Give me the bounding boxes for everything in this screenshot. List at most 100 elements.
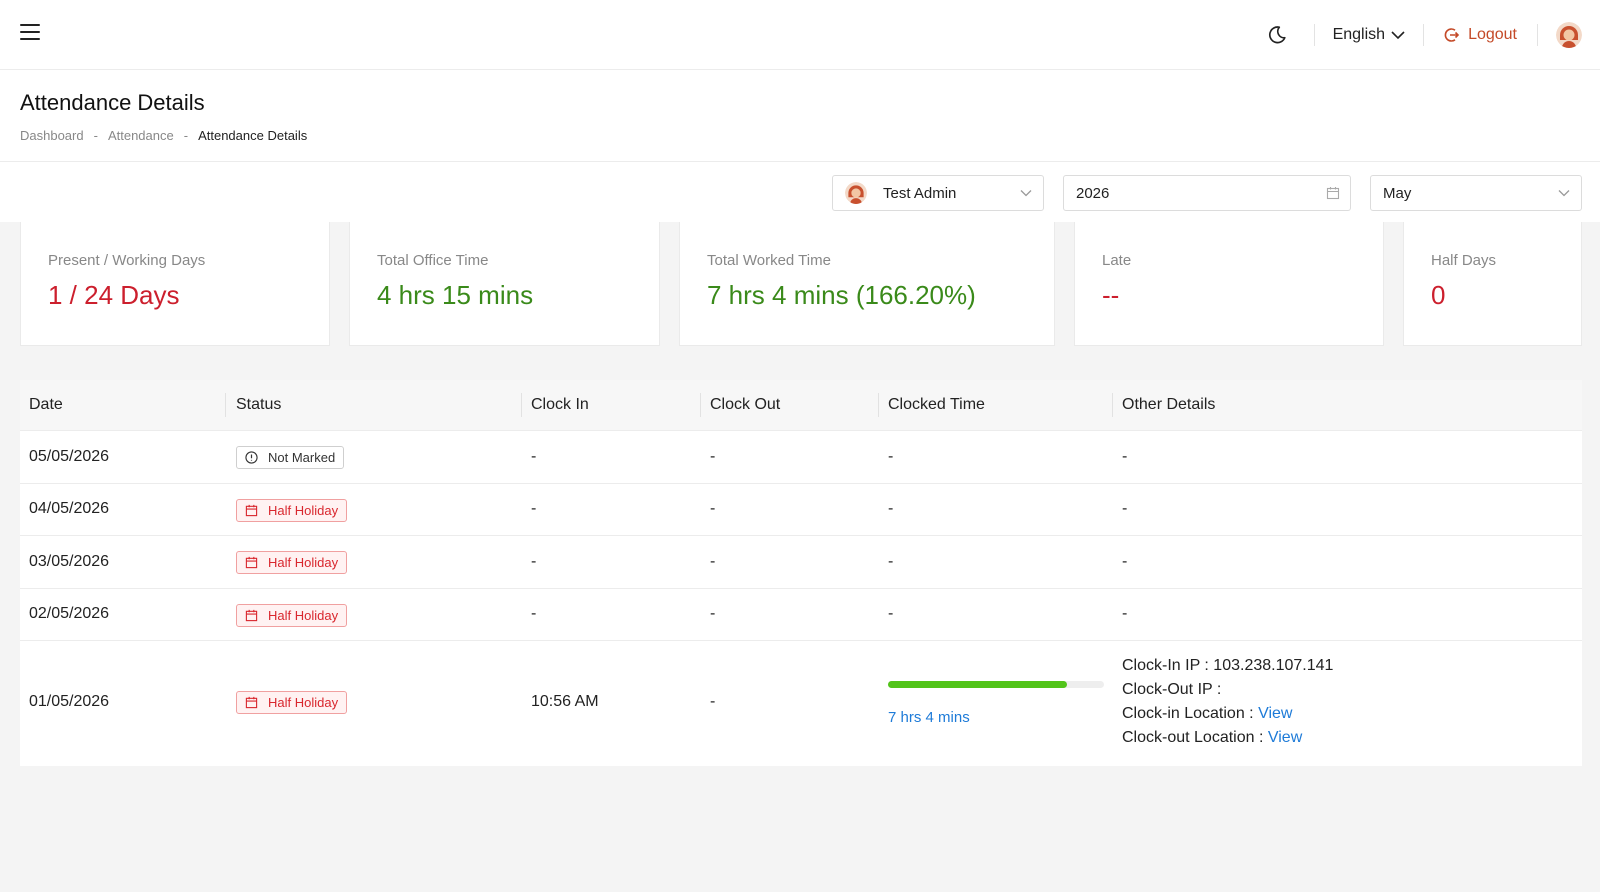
column-header-other-details[interactable]: Other Details — [1122, 396, 1215, 414]
menu-icon[interactable] — [20, 24, 40, 42]
table-header: Date Status Clock In Clock Out Clocked T… — [20, 380, 1582, 431]
clocked-time-link[interactable]: 7 hrs 4 mins — [888, 709, 970, 726]
year-picker[interactable]: 2026 — [1063, 175, 1351, 211]
row-other-details: - — [1122, 448, 1128, 465]
row-clock-in: - — [531, 500, 537, 517]
status-label: Half Holiday — [268, 555, 339, 570]
row-date: 04/05/2026 — [29, 500, 110, 517]
row-clock-out: - — [710, 553, 716, 570]
chevron-down-icon — [1558, 190, 1570, 197]
table-row: 01/05/2026 Half Holiday 10:56 AM - 7 hrs… — [20, 641, 1582, 766]
status-label: Half Holiday — [268, 695, 339, 710]
status-label: Not Marked — [268, 450, 336, 465]
status-badge: Half Holiday — [236, 691, 348, 714]
column-header-clock-in[interactable]: Clock In — [531, 396, 589, 414]
row-clock-in: - — [531, 448, 537, 465]
clock-in-location-line: Clock-in Location : View — [1122, 705, 1333, 729]
row-date: 05/05/2026 — [29, 448, 110, 465]
row-clock-out: - — [710, 693, 716, 710]
user-avatar-small — [845, 182, 867, 204]
table-row: 04/05/2026 Half Holiday - - - - — [20, 484, 1582, 536]
stat-card-worked-time: Total Worked Time 7 hrs 4 mins (166.20%) — [679, 222, 1055, 346]
clock-out-location-label: Clock-out Location : — [1122, 729, 1264, 746]
info-circle-icon — [245, 451, 258, 464]
chevron-down-icon — [1020, 190, 1032, 197]
column-divider — [1112, 393, 1113, 417]
column-header-status[interactable]: Status — [236, 396, 281, 414]
status-label: Half Holiday — [268, 503, 339, 518]
column-divider — [878, 393, 879, 417]
language-select[interactable]: English — [1333, 26, 1405, 44]
stat-value: 4 hrs 15 mins — [377, 280, 534, 310]
stat-card-present-days: Present / Working Days 1 / 24 Days — [20, 222, 330, 346]
table-row: 02/05/2026 Half Holiday - - - - — [20, 589, 1582, 641]
chevron-down-icon — [1391, 31, 1405, 40]
month-select-value: May — [1383, 184, 1412, 202]
stat-label: Half Days — [1431, 252, 1497, 269]
calendar-icon — [245, 609, 258, 622]
stat-value: -- — [1102, 280, 1120, 310]
row-clock-in: 10:56 AM — [531, 693, 599, 710]
clock-out-location-line: Clock-out Location : View — [1122, 729, 1333, 753]
clock-out-ip-label: Clock-Out IP : — [1122, 681, 1222, 698]
column-header-clock-out[interactable]: Clock Out — [710, 396, 780, 414]
column-divider — [225, 393, 226, 417]
table-row: 03/05/2026 Half Holiday - - - - — [20, 536, 1582, 589]
stat-card-late: Late -- — [1074, 222, 1384, 346]
row-clocked-time: - — [888, 500, 894, 517]
status-label: Half Holiday — [268, 608, 339, 623]
table-row: 05/05/2026 Not Marked - - - - — [20, 431, 1582, 484]
language-label: English — [1332, 26, 1386, 43]
stat-value: 1 / 24 Days — [48, 280, 180, 310]
column-divider — [700, 393, 701, 417]
calendar-icon — [1326, 187, 1340, 200]
breadcrumb-attendance[interactable]: Attendance — [108, 128, 174, 143]
row-clocked-time: - — [888, 448, 894, 465]
row-other-details: - — [1122, 553, 1128, 570]
progress-fill — [888, 681, 1068, 688]
row-other-details: - — [1122, 500, 1128, 517]
year-picker-value: 2026 — [1076, 184, 1110, 202]
stat-label: Present / Working Days — [48, 252, 206, 269]
filter-bar: Test Admin 2026 May — [0, 162, 1600, 222]
row-clock-out: - — [710, 605, 716, 622]
other-details-block: Clock-In IP : 103.238.107.141 Clock-Out … — [1122, 657, 1333, 753]
clock-out-location-view-link[interactable]: View — [1268, 729, 1302, 746]
dark-mode-moon-icon[interactable] — [1266, 24, 1288, 46]
user-select[interactable]: Test Admin — [832, 175, 1044, 211]
logout-button[interactable]: Logout — [1444, 26, 1517, 44]
status-badge: Half Holiday — [236, 551, 348, 574]
column-header-date[interactable]: Date — [29, 396, 63, 414]
clock-in-ip-label: Clock-In IP : — [1122, 657, 1209, 674]
month-select[interactable]: May — [1370, 175, 1582, 211]
stat-card-office-time: Total Office Time 4 hrs 15 mins — [349, 222, 660, 346]
row-date: 02/05/2026 — [29, 605, 110, 622]
stat-value: 7 hrs 4 mins (166.20%) — [707, 280, 976, 310]
row-clocked-time: - — [888, 605, 894, 622]
clock-out-ip-line: Clock-Out IP : — [1122, 681, 1333, 705]
status-badge: Not Marked — [236, 446, 345, 469]
clock-in-ip-line: Clock-In IP : 103.238.107.141 — [1122, 657, 1333, 681]
clock-in-location-label: Clock-in Location : — [1122, 705, 1254, 722]
attendance-table: Date Status Clock In Clock Out Clocked T… — [20, 380, 1582, 766]
calendar-icon — [245, 504, 258, 517]
stat-label: Total Office Time — [377, 252, 489, 269]
clocked-time-progress-bar — [888, 681, 1104, 688]
row-other-details: - — [1122, 605, 1128, 622]
column-header-clocked-time[interactable]: Clocked Time — [888, 396, 985, 414]
page-title: Attendance Details — [20, 90, 205, 115]
divider — [1313, 24, 1315, 46]
row-clock-in: - — [531, 553, 537, 570]
breadcrumb-dashboard[interactable]: Dashboard — [20, 128, 84, 143]
stat-label: Total Worked Time — [707, 252, 831, 269]
clock-in-ip-value: 103.238.107.141 — [1213, 657, 1334, 674]
status-badge: Half Holiday — [236, 604, 348, 627]
row-clocked-time: - — [888, 553, 894, 570]
calendar-icon — [245, 556, 258, 569]
page-header: Attendance Details Dashboard - Attendanc… — [0, 70, 1600, 162]
user-select-value: Test Admin — [883, 184, 957, 202]
clock-in-location-view-link[interactable]: View — [1258, 705, 1292, 722]
row-date: 03/05/2026 — [29, 553, 110, 570]
user-avatar[interactable] — [1556, 22, 1582, 48]
divider — [1537, 24, 1538, 46]
